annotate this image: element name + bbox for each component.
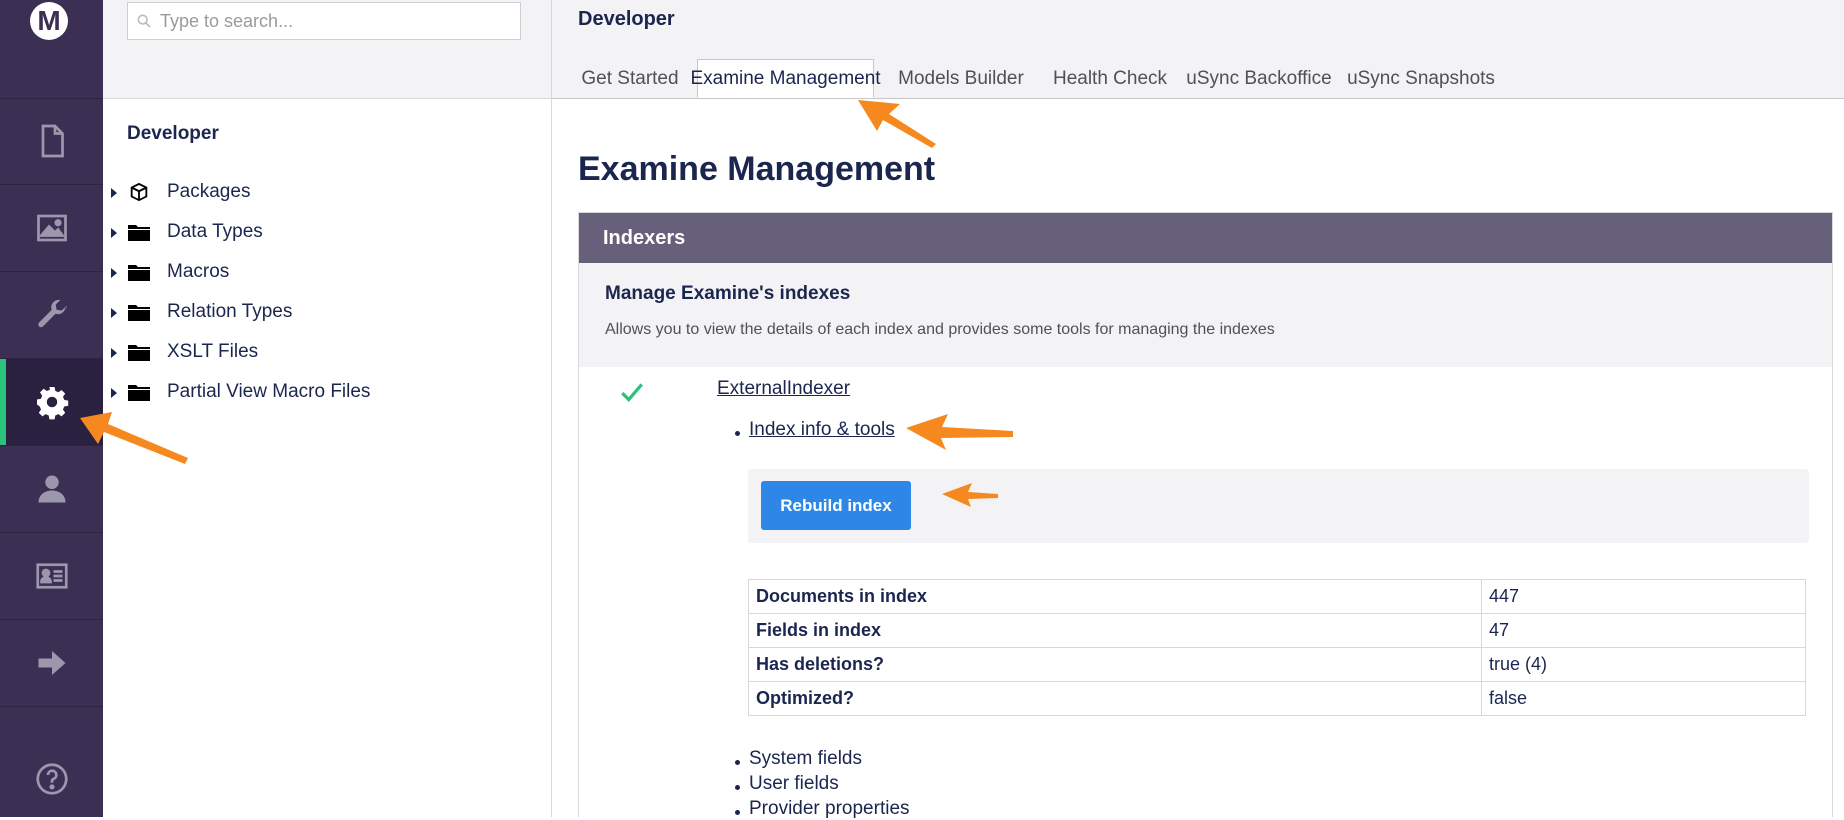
tree-item-label: Relation Types [167,301,293,322]
table-row: Optimized? false [748,681,1806,716]
stat-value: true (4) [1481,647,1806,682]
image-icon [36,214,67,242]
checkmark-icon [621,383,643,402]
expand-caret-icon[interactable] [111,228,117,238]
tree-item-xslt-files[interactable]: XSLT Files [103,335,551,371]
folder-icon [128,265,150,281]
rail-item-members[interactable] [0,533,103,620]
table-row: Has deletions? true (4) [748,647,1806,682]
stat-key: Documents in index [748,579,1482,614]
rebuild-index-button[interactable]: Rebuild index [761,481,911,530]
tree-item-data-types[interactable]: Data Types [103,215,551,251]
search-box[interactable]: Type to search... [127,2,521,40]
expand-caret-icon[interactable] [111,268,117,278]
stat-key: Has deletions? [748,647,1482,682]
tab-health-check[interactable]: Health Check [1048,60,1172,98]
tree-item-macros[interactable]: Macros [103,255,551,291]
rail-item-users[interactable] [0,446,103,533]
rail-item-media[interactable] [0,185,103,272]
bullet [735,760,740,765]
main-content: Developer Get Started Examine Management… [552,0,1844,819]
section-title: Developer [578,8,675,30]
indexer-name-link[interactable]: ExternalIndexer [717,378,850,400]
tab-usync-snapshots[interactable]: uSync Snapshots [1346,60,1496,98]
system-fields-item[interactable]: System fields [749,748,862,770]
index-tools-box: Rebuild index [748,469,1809,543]
tab-examine-management[interactable]: Examine Management [690,59,881,98]
rail-item-content[interactable] [0,98,103,185]
document-icon [41,124,64,158]
page-title: Examine Management [578,150,936,188]
arrow-right-icon [38,651,65,675]
id-card-icon [35,563,68,589]
section-rail: M [0,0,103,817]
stat-value: 47 [1481,613,1806,648]
bullet [735,431,740,436]
index-stats-table: Documents in index 447 Fields in index 4… [748,579,1806,716]
stat-key: Optimized? [748,681,1482,716]
search-input[interactable]: Type to search... [160,11,293,32]
stat-value: false [1481,681,1806,716]
bullet [735,810,740,815]
panel-description: Allows you to view the details of each i… [605,321,1275,338]
folder-icon [128,385,150,401]
table-row: Fields in index 47 [748,613,1806,648]
expand-caret-icon[interactable] [111,348,117,358]
table-row: Documents in index 447 [748,579,1806,614]
user-icon [38,475,65,503]
tree-item-label: Data Types [167,221,263,242]
rail-header: M [0,0,103,99]
rail-item-settings[interactable] [0,272,103,359]
tab-get-started[interactable]: Get Started [566,60,694,98]
rail-item-developer[interactable] [0,359,103,446]
tree-item-partial-view-macro-files[interactable]: Partial View Macro Files [103,375,551,411]
help-icon [35,762,68,795]
package-icon [130,182,148,202]
wrench-icon [37,299,67,328]
indexers-panel: Indexers Manage Examine's indexes Allows… [578,212,1833,819]
tab-models-builder[interactable]: Models Builder [876,60,1046,98]
index-info-tools-link[interactable]: Index info & tools [749,419,895,441]
rail-item-help[interactable] [0,740,103,817]
stat-value: 447 [1481,579,1806,614]
stat-key: Fields in index [748,613,1482,648]
user-fields-item[interactable]: User fields [749,773,839,795]
folder-icon [128,305,150,321]
expand-caret-icon[interactable] [111,188,117,198]
expand-caret-icon[interactable] [111,308,117,318]
bullet [735,785,740,790]
search-icon [137,14,151,28]
expand-caret-icon[interactable] [111,388,117,398]
folder-icon [128,345,150,361]
folder-icon [128,225,150,241]
tree-item-label: Partial View Macro Files [167,381,371,402]
tree-item-label: Macros [167,261,230,282]
panel-subtitle: Manage Examine's indexes [605,283,851,304]
tree-title: Developer [127,123,219,144]
umbraco-logo[interactable]: M [30,2,68,40]
main-header: Developer Get Started Examine Management… [552,0,1844,99]
tree-item-label: Packages [167,181,251,202]
tab-usync-backoffice[interactable]: uSync Backoffice [1174,60,1344,98]
tree-item-label: XSLT Files [167,341,259,362]
tree-item-relation-types[interactable]: Relation Types [103,295,551,331]
panel-subheader: Manage Examine's indexes Allows you to v… [579,263,1832,367]
rail-item-forms[interactable] [0,620,103,707]
tree-item-packages[interactable]: Packages [103,175,551,211]
panel-header: Indexers [579,213,1832,263]
tree-header: Type to search... [103,0,551,99]
tree-panel: Type to search... Developer Packages Dat… [103,0,552,817]
gear-icon [36,387,68,420]
